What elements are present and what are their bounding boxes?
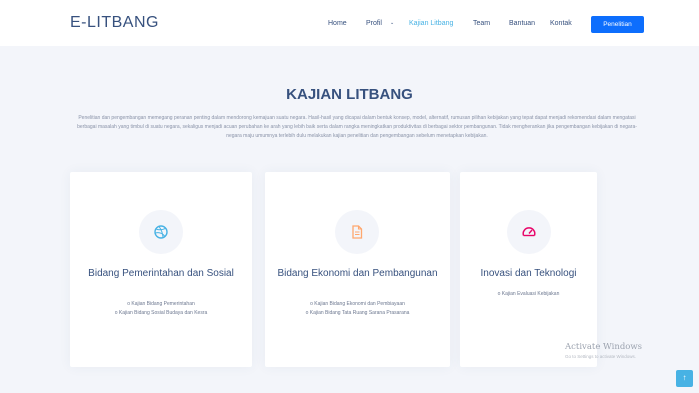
service-card-inovasi[interactable]: Inovasi dan Teknologi o Kajian Evaluasi … bbox=[460, 172, 597, 367]
service-card-pemerintahan[interactable]: Bidang Pemerintahan dan Sosial o Kajian … bbox=[70, 172, 252, 367]
nav-link-team[interactable]: Team bbox=[473, 20, 490, 27]
card-title: Bidang Pemerintahan dan Sosial bbox=[88, 268, 234, 279]
list-item: o Kajian Bidang Ekonomi dan Pembiayaan bbox=[310, 301, 405, 307]
nav-link-home[interactable]: Home bbox=[328, 20, 347, 27]
card-list: o Kajian Bidang Ekonomi dan Pembiayaan o… bbox=[269, 300, 446, 318]
nav-link-profil[interactable]: Profil bbox=[366, 20, 382, 27]
card-title: Bidang Ekonomi dan Pembangunan bbox=[277, 268, 438, 279]
service-card-ekonomi[interactable]: Bidang Ekonomi dan Pembangunan o Kajian … bbox=[265, 172, 450, 367]
list-item: o Kajian Bidang Pemerintahan bbox=[127, 301, 195, 307]
speedometer-icon bbox=[507, 210, 551, 254]
dribbble-icon bbox=[139, 210, 183, 254]
nav-link-bantuan[interactable]: Bantuan bbox=[509, 20, 535, 27]
activate-windows-watermark: Activate Windows Go to Settings to activ… bbox=[565, 342, 642, 359]
card-title: Inovasi dan Teknologi bbox=[480, 268, 577, 279]
list-item: o Kajian Bidang Sosial Budaya dan Kesra bbox=[114, 310, 208, 316]
site-header: E-LITBANG Home Profil ⌄ Kajian Litbang T… bbox=[0, 0, 699, 46]
file-icon bbox=[335, 210, 379, 254]
penelitian-button[interactable]: Penelitian bbox=[591, 16, 644, 33]
kajian-litbang-section: KAJIAN LITBANG Penelitian dan pengembang… bbox=[0, 46, 699, 393]
list-item: o Kajian Evaluasi Kebijakan bbox=[497, 291, 560, 297]
chevron-down-icon: ⌄ bbox=[390, 20, 395, 26]
card-list: o Kajian Evaluasi Kebijakan bbox=[464, 290, 593, 299]
nav-link-kontak[interactable]: Kontak bbox=[550, 20, 572, 27]
section-title: KAJIAN LITBANG bbox=[286, 86, 413, 103]
watermark-title: Activate Windows bbox=[565, 342, 643, 352]
list-item: o Kajian Bidang Tata Ruang Sarana Prasar… bbox=[305, 310, 410, 316]
watermark-subtitle: Go to Settings to activate Windows. bbox=[565, 354, 637, 359]
back-to-top-button[interactable]: ↑ bbox=[676, 370, 693, 387]
section-description: Penelitian dan pengembangan memegang per… bbox=[77, 115, 637, 139]
nav-link-kajian-litbang[interactable]: Kajian Litbang bbox=[409, 20, 453, 27]
card-list: o Kajian Bidang Pemerintahan o Kajian Bi… bbox=[74, 300, 248, 318]
site-logo[interactable]: E-LITBANG bbox=[70, 14, 159, 32]
